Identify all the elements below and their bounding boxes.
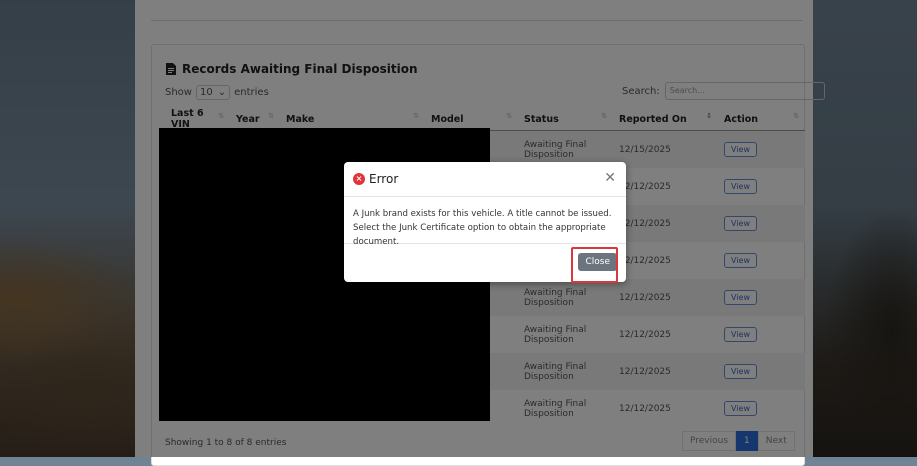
error-icon: ×: [353, 173, 365, 185]
modal-header: × Error ✕: [344, 162, 626, 197]
close-icon[interactable]: ✕: [604, 170, 616, 186]
modal-title: Error: [369, 172, 399, 186]
modal-message: A Junk brand exists for this vehicle. A …: [344, 197, 626, 247]
highlight-box: [571, 247, 618, 283]
